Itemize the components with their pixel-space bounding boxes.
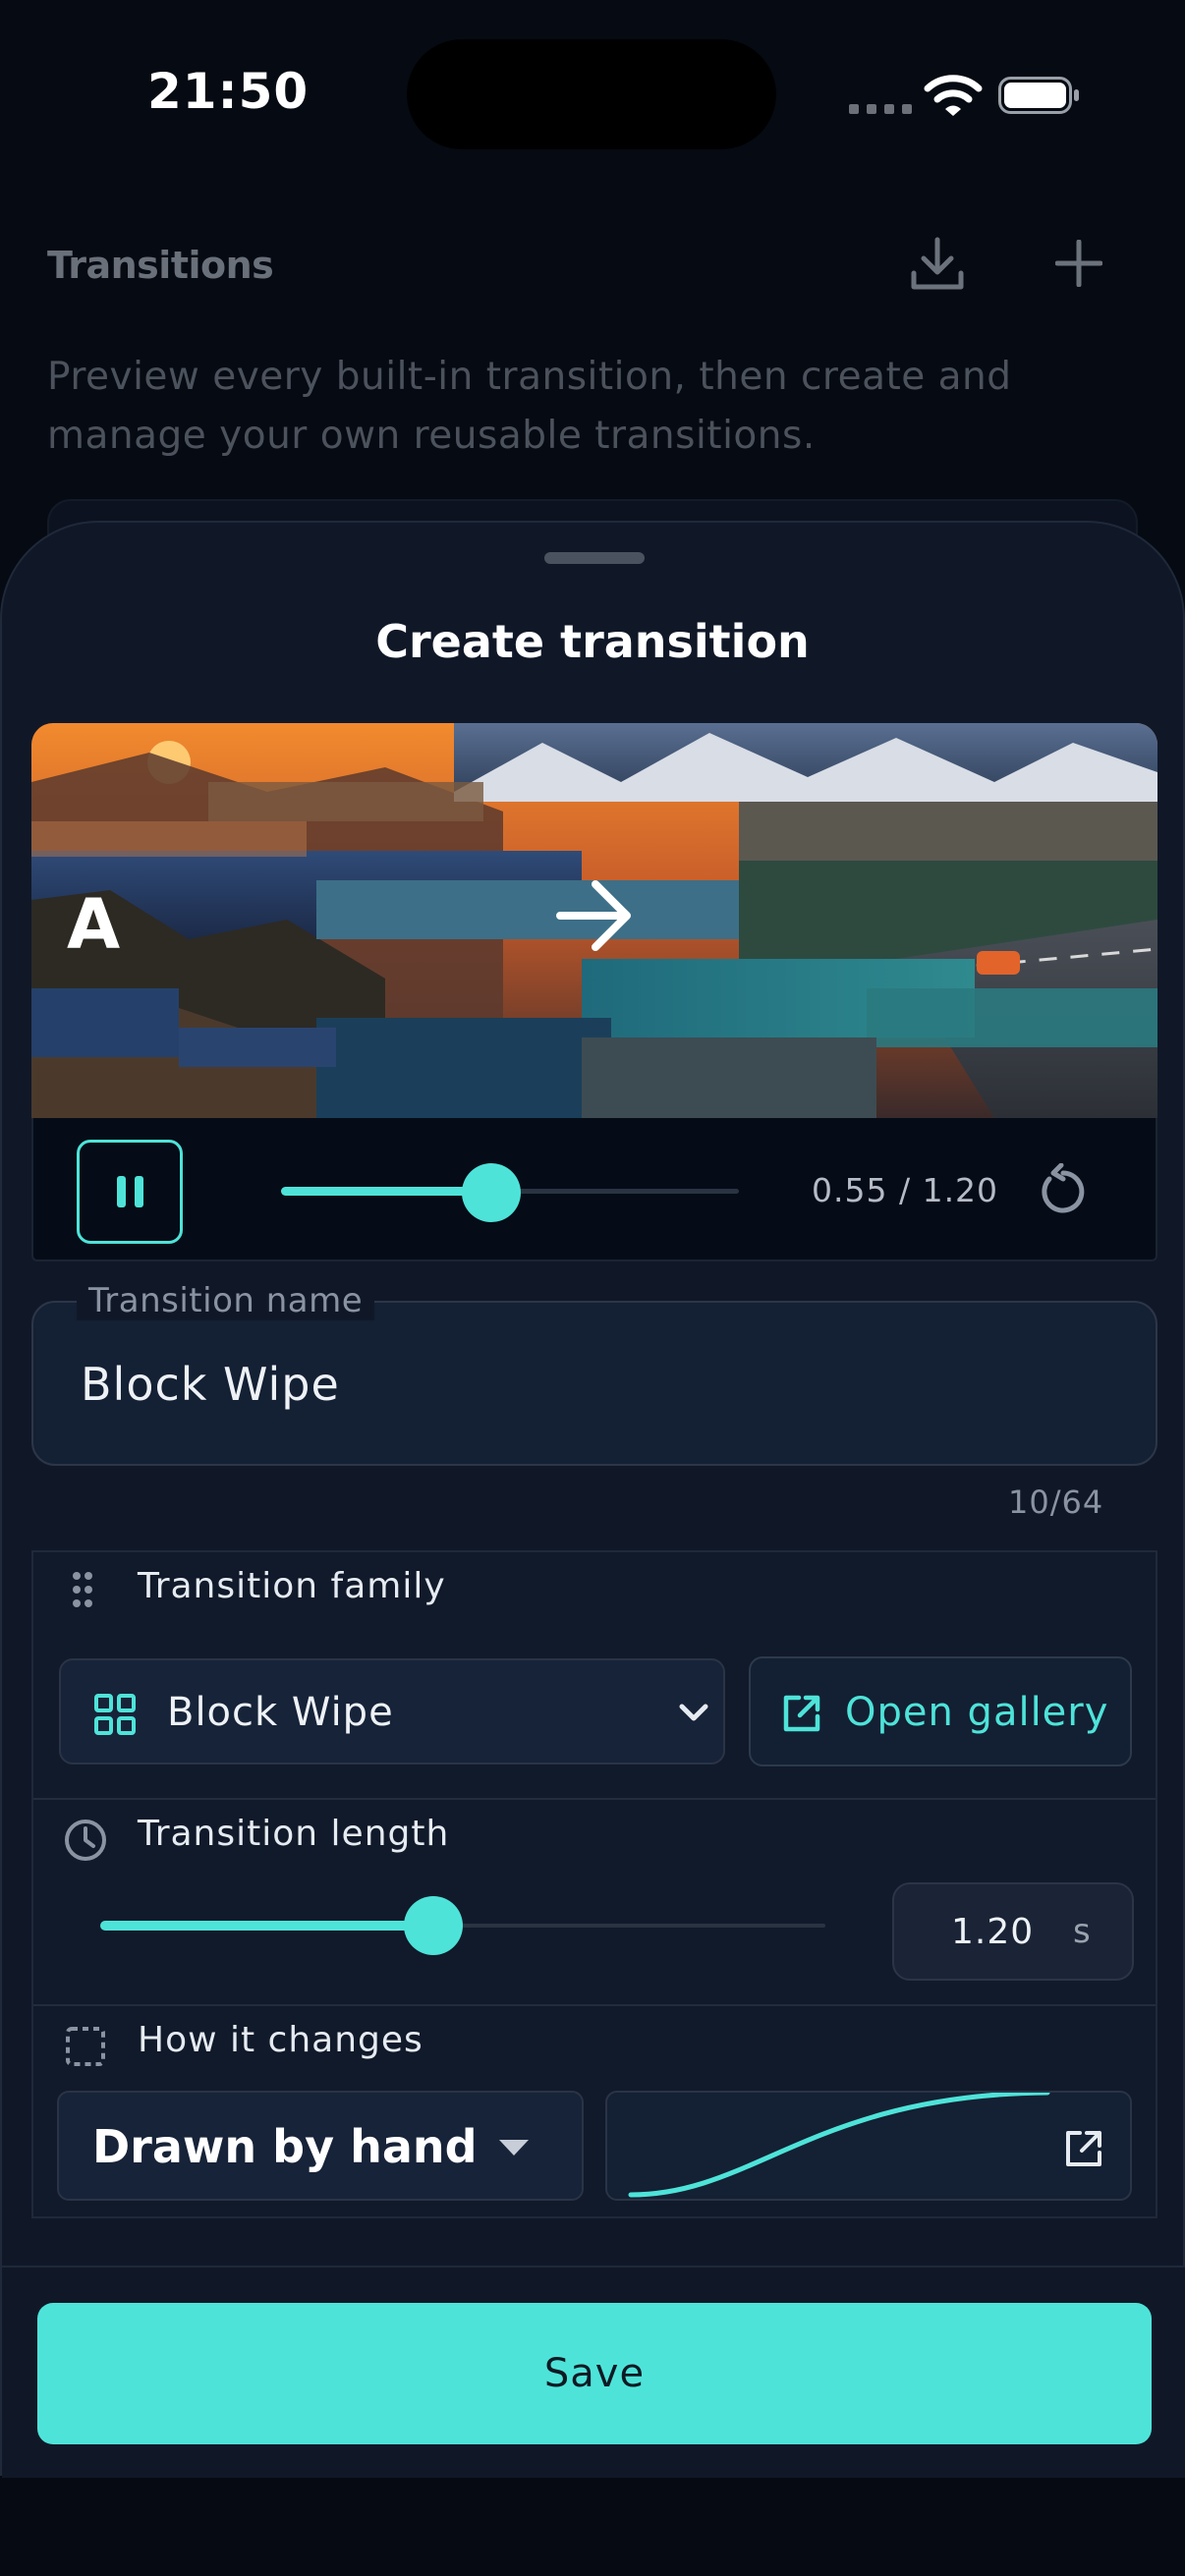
dynamic-island — [407, 39, 776, 149]
playback-time: 0.55 / 1.20 — [812, 1171, 999, 1209]
length-slider-fill — [100, 1921, 434, 1931]
sheet-title: Create transition — [375, 615, 810, 668]
transition-length-input[interactable]: 1.20 s — [892, 1882, 1134, 1981]
pause-button[interactable] — [77, 1140, 183, 1244]
preview-label-a: A — [67, 884, 121, 965]
transition-family-label: Transition family — [138, 1566, 446, 1606]
replay-icon[interactable] — [1038, 1163, 1089, 1216]
clock-icon — [65, 1820, 106, 1861]
open-external-icon — [783, 1695, 820, 1732]
transition-name-field[interactable]: Transition name Block Wipe — [31, 1281, 1157, 1466]
status-time: 21:50 — [147, 63, 310, 120]
easing-curve-preview[interactable] — [605, 2091, 1132, 2201]
sheet-footer: Save — [2, 2266, 1185, 2478]
wifi-icon — [924, 75, 983, 116]
transition-family-select[interactable]: Block Wipe — [59, 1658, 725, 1764]
dashed-square-icon — [66, 2027, 105, 2066]
cellular-signal-icon — [849, 104, 912, 114]
download-icon[interactable] — [908, 236, 967, 293]
transition-length-label: Transition length — [138, 1814, 450, 1854]
chevron-down-icon — [679, 1704, 708, 1721]
page-description: Preview every built-in transition, then … — [47, 355, 1012, 458]
sheet-drag-handle[interactable] — [544, 552, 645, 564]
how-it-changes-label: How it changes — [138, 2020, 423, 2060]
plus-icon[interactable] — [1055, 240, 1102, 287]
playback-progress — [281, 1187, 491, 1196]
transition-family-value: Block Wipe — [167, 1690, 394, 1735]
battery-icon — [998, 77, 1079, 114]
create-transition-sheet: Create transition A 0.55 / 1.20 Transiti… — [0, 521, 1185, 2478]
playback-controls: 0.55 / 1.20 — [31, 1118, 1157, 1261]
transition-name-input[interactable]: Block Wipe — [81, 1358, 340, 1411]
divider — [33, 1798, 1156, 1800]
divider — [33, 2004, 1156, 2006]
page-title: Transitions — [47, 244, 274, 287]
easing-value: Drawn by hand — [92, 2120, 478, 2173]
easing-select[interactable]: Drawn by hand — [57, 2091, 584, 2201]
playback-thumb[interactable] — [461, 1163, 521, 1222]
length-unit: s — [1073, 1912, 1091, 1951]
open-gallery-label: Open gallery — [845, 1690, 1109, 1735]
open-gallery-button[interactable]: Open gallery — [749, 1656, 1132, 1766]
caret-down-icon — [499, 2140, 529, 2156]
character-counter: 10/64 — [1008, 1484, 1104, 1521]
arrow-right-icon — [556, 880, 631, 951]
grid-icon — [94, 1694, 136, 1735]
playback-scrubber[interactable] — [281, 1163, 739, 1222]
easing-curve — [628, 2093, 1050, 2198]
length-value: 1.20 — [951, 1912, 1035, 1952]
length-slider-thumb[interactable] — [404, 1896, 464, 1955]
save-button[interactable]: Save — [37, 2303, 1152, 2444]
drag-handle-icon[interactable] — [69, 1570, 96, 1609]
transition-name-label: Transition name — [77, 1281, 375, 1320]
transition-preview: A — [31, 723, 1157, 1118]
transition-length-slider[interactable] — [100, 1896, 825, 1955]
expand-icon[interactable] — [1065, 2130, 1102, 2167]
